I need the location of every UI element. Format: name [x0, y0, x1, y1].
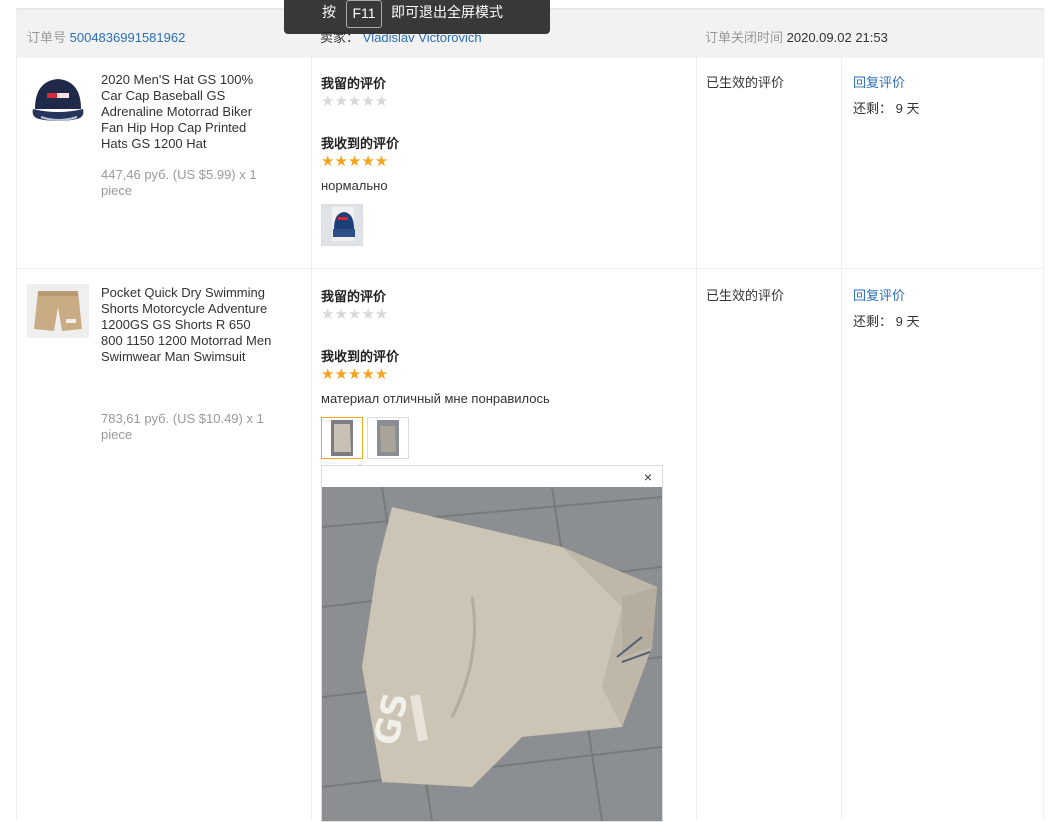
my-feedback-label: 我留的评价: [321, 76, 387, 91]
product-thumbnail[interactable]: [27, 71, 89, 127]
f11-key-badge: F11: [346, 0, 382, 28]
my-feedback-label: 我留的评价: [321, 289, 387, 304]
product-title[interactable]: Pocket Quick Dry Swimming Shorts Motorcy…: [101, 285, 273, 365]
order-number-label: 订单号: [27, 30, 67, 45]
received-rating-stars: ★★★★★: [321, 153, 389, 170]
product-price: 783,61 руб. (US $10.49) x 1 piece: [101, 411, 264, 442]
days-remaining: 还剩： 9 天: [853, 101, 920, 116]
days-remaining: 还剩： 9 天: [853, 314, 920, 329]
closed-time-value: 2020.09.02 21:53: [786, 30, 888, 45]
product-price: 447,46 руб. (US $5.99) x 1 piece: [101, 167, 257, 198]
received-feedback-text: материал отличный мне понравилось: [321, 391, 550, 406]
shorts-large-photo: GS: [322, 487, 662, 821]
my-rating-stars: ★★★★★: [321, 306, 389, 323]
feedback-photo-thumbnail[interactable]: [321, 204, 363, 246]
close-icon[interactable]: ×: [644, 469, 652, 485]
fullscreen-exit-toast: 按 F11 即可退出全屏模式: [284, 0, 550, 34]
order-number-link[interactable]: 5004836991581962: [70, 30, 186, 45]
my-rating-stars: ★★★★★: [321, 93, 389, 110]
photo-preview-image[interactable]: GS: [322, 487, 662, 821]
cap-photo: [322, 205, 362, 245]
product-title[interactable]: 2020 Men'S Hat GS 100% Car Cap Baseball …: [101, 72, 273, 152]
feedback-status: 已生效的评价: [706, 75, 785, 90]
shorts-photo: [368, 418, 408, 458]
toast-message: 即可退出全屏模式: [391, 4, 503, 20]
received-feedback-label: 我收到的评价: [321, 349, 400, 364]
photo-preview-popup: × GS: [321, 465, 663, 822]
feedback-status: 已生效的评价: [706, 288, 785, 303]
table-row: 2020 Men'S Hat GS 100% Car Cap Baseball …: [17, 56, 1043, 269]
order-feedback-panel: 订单号 5004836991581962 卖家： Vladislav Victo…: [16, 8, 1044, 822]
shorts-photo: [322, 418, 362, 458]
shorts-image: [28, 285, 88, 337]
product-thumbnail[interactable]: [27, 284, 89, 338]
received-feedback-text: нормально: [321, 178, 388, 193]
received-feedback-label: 我收到的评价: [321, 136, 400, 151]
reply-feedback-link[interactable]: 回复评价: [853, 285, 905, 304]
order-number: 订单号 5004836991581962: [27, 27, 185, 46]
toast-prefix: 按: [322, 4, 336, 20]
reply-feedback-link[interactable]: 回复评价: [853, 72, 905, 91]
cap-image: [32, 79, 84, 121]
feedback-photo-thumbnail-selected[interactable]: [321, 417, 363, 459]
closed-time-label: 订单关闭时间: [705, 30, 784, 45]
order-closed-time: 订单关闭时间 2020.09.02 21:53: [705, 27, 888, 46]
feedback-photo-thumbnail[interactable]: [367, 417, 409, 459]
received-rating-stars: ★★★★★: [321, 366, 389, 383]
